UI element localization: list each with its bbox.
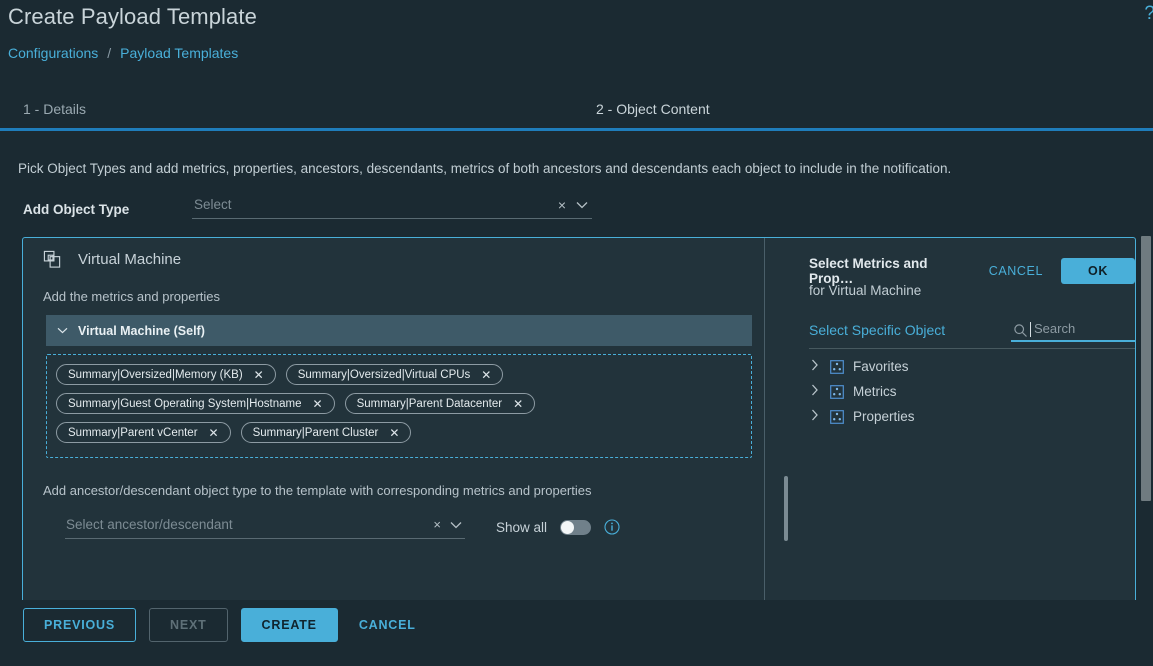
breadcrumb-link-payload-templates[interactable]: Payload Templates — [120, 45, 238, 61]
add-object-type-field[interactable]: Select × — [192, 196, 592, 219]
toggle-knob — [561, 520, 575, 534]
show-all-toggle[interactable] — [560, 519, 592, 535]
tree-item-label: Favorites — [853, 359, 909, 374]
page-title: Create Payload Template — [8, 4, 257, 29]
select-panel-title: Select Metrics and Prop… — [809, 256, 928, 286]
virtual-machine-icon — [43, 250, 62, 269]
previous-button[interactable]: PREVIOUS — [23, 608, 136, 642]
metrics-properties-sublabel: Add the metrics and properties — [43, 289, 221, 304]
add-object-type-placeholder: Select — [194, 197, 232, 212]
breadcrumb-link-configurations[interactable]: Configurations — [8, 45, 98, 61]
page-scrollbar-thumb[interactable] — [1141, 236, 1151, 501]
select-specific-object-link[interactable]: Select Specific Object — [809, 322, 945, 338]
show-all-label: Show all — [496, 519, 548, 535]
tree-item-properties[interactable]: Properties — [811, 409, 915, 424]
select-panel-header: Select Metrics and Prop… CANCEL OK — [809, 256, 1135, 286]
select-metrics-pane: Select Metrics and Prop… CANCEL OK for V… — [766, 238, 1135, 600]
chip-label: Summary|Oversized|Memory (KB) — [68, 368, 243, 381]
section-virtual-machine-self[interactable]: Virtual Machine (Self) — [46, 315, 752, 346]
tab-object-content[interactable]: 2 - Object Content — [596, 101, 710, 117]
wizard-tabs: 1 - Details 2 - Object Content — [0, 96, 1153, 131]
tab-details[interactable]: 1 - Details — [23, 101, 86, 117]
chip-label: Summary|Parent Cluster — [252, 426, 379, 439]
object-type-pane: Virtual Machine Add the metrics and prop… — [23, 238, 765, 600]
select-panel-ok-button[interactable]: OK — [1061, 258, 1135, 284]
search-placeholder: Search — [1034, 321, 1076, 336]
create-button[interactable]: CREATE — [240, 608, 338, 642]
search-field[interactable]: Search — [1011, 320, 1135, 343]
clear-icon[interactable]: × — [433, 517, 441, 532]
chevron-right-icon[interactable] — [811, 409, 821, 424]
divider — [809, 348, 1135, 349]
instruction-text: Pick Object Types and add metrics, prope… — [18, 161, 952, 176]
metric-group-icon — [830, 409, 844, 424]
breadcrumb: Configurations / Payload Templates — [8, 45, 238, 61]
ancestor-descendant-field[interactable]: Select ancestor/descendant × — [65, 516, 465, 539]
ancestor-descendant-placeholder: Select ancestor/descendant — [66, 517, 233, 532]
close-icon[interactable]: ✕ — [313, 398, 323, 410]
chevron-down-icon[interactable] — [576, 198, 588, 212]
add-object-type-label: Add Object Type — [23, 202, 130, 217]
text-cursor — [1030, 322, 1031, 337]
chip-label: Summary|Parent Datacenter — [356, 397, 503, 410]
close-icon[interactable]: ✕ — [209, 427, 219, 439]
chip-label: Summary|Oversized|Virtual CPUs — [297, 368, 471, 381]
chip-label: Summary|Parent vCenter — [68, 426, 198, 439]
search-icon — [1013, 323, 1028, 343]
tree-item-label: Properties — [853, 409, 915, 424]
metric-group-icon — [830, 359, 844, 374]
metric-group-icon — [830, 384, 844, 399]
tree-item-favorites[interactable]: Favorites — [811, 359, 909, 374]
tree-item-metrics[interactable]: Metrics — [811, 384, 897, 399]
chip[interactable]: Summary|Oversized|Memory (KB) ✕ — [56, 364, 276, 385]
chevron-down-icon[interactable] — [450, 518, 462, 532]
next-button: NEXT — [149, 608, 228, 642]
chip-row: Summary|Parent vCenter ✕ Summary|Parent … — [56, 422, 751, 443]
clear-icon[interactable]: × — [558, 197, 566, 213]
chip-row: Summary|Guest Operating System|Hostname … — [56, 393, 751, 414]
chip[interactable]: Summary|Oversized|Virtual CPUs ✕ — [285, 364, 504, 385]
ancestor-descendant-label: Add ancestor/descendant object type to t… — [43, 483, 592, 498]
close-icon[interactable]: ✕ — [389, 427, 399, 439]
object-type-title: Virtual Machine — [78, 251, 182, 268]
select-panel-cancel-button[interactable]: CANCEL — [989, 264, 1043, 278]
chip[interactable]: Summary|Parent Cluster ✕ — [240, 422, 412, 443]
info-circle-icon[interactable] — [604, 519, 620, 535]
close-icon[interactable]: ✕ — [481, 369, 491, 381]
tree-item-label: Metrics — [853, 384, 897, 399]
chip-label: Summary|Guest Operating System|Hostname — [68, 397, 302, 410]
close-icon[interactable]: ✕ — [254, 369, 264, 381]
object-type-header: Virtual Machine — [43, 250, 181, 269]
chip[interactable]: Summary|Parent Datacenter ✕ — [344, 393, 536, 414]
show-all-control: Show all — [496, 519, 620, 535]
chip-row: Summary|Oversized|Memory (KB) ✕ Summary|… — [56, 364, 751, 385]
page-scrollbar[interactable] — [1139, 232, 1153, 608]
close-icon[interactable]: ✕ — [513, 398, 523, 410]
help-icon[interactable]: ? — [1144, 4, 1153, 23]
chevron-right-icon[interactable] — [811, 384, 821, 399]
chevron-right-icon[interactable] — [811, 359, 821, 374]
selected-metrics-chips-area: Summary|Oversized|Memory (KB) ✕ Summary|… — [46, 354, 752, 458]
section-label: Virtual Machine (Self) — [78, 323, 205, 338]
chip[interactable]: Summary|Guest Operating System|Hostname … — [56, 393, 335, 414]
object-content-panel: Virtual Machine Add the metrics and prop… — [22, 237, 1136, 600]
chevron-down-icon — [57, 325, 68, 337]
chip[interactable]: Summary|Parent vCenter ✕ — [56, 422, 231, 443]
wizard-footer: PREVIOUS NEXT CREATE CANCEL — [23, 608, 424, 642]
cancel-button[interactable]: CANCEL — [351, 608, 424, 642]
breadcrumb-separator: / — [107, 45, 112, 61]
select-panel-subtitle: for Virtual Machine — [809, 283, 922, 298]
